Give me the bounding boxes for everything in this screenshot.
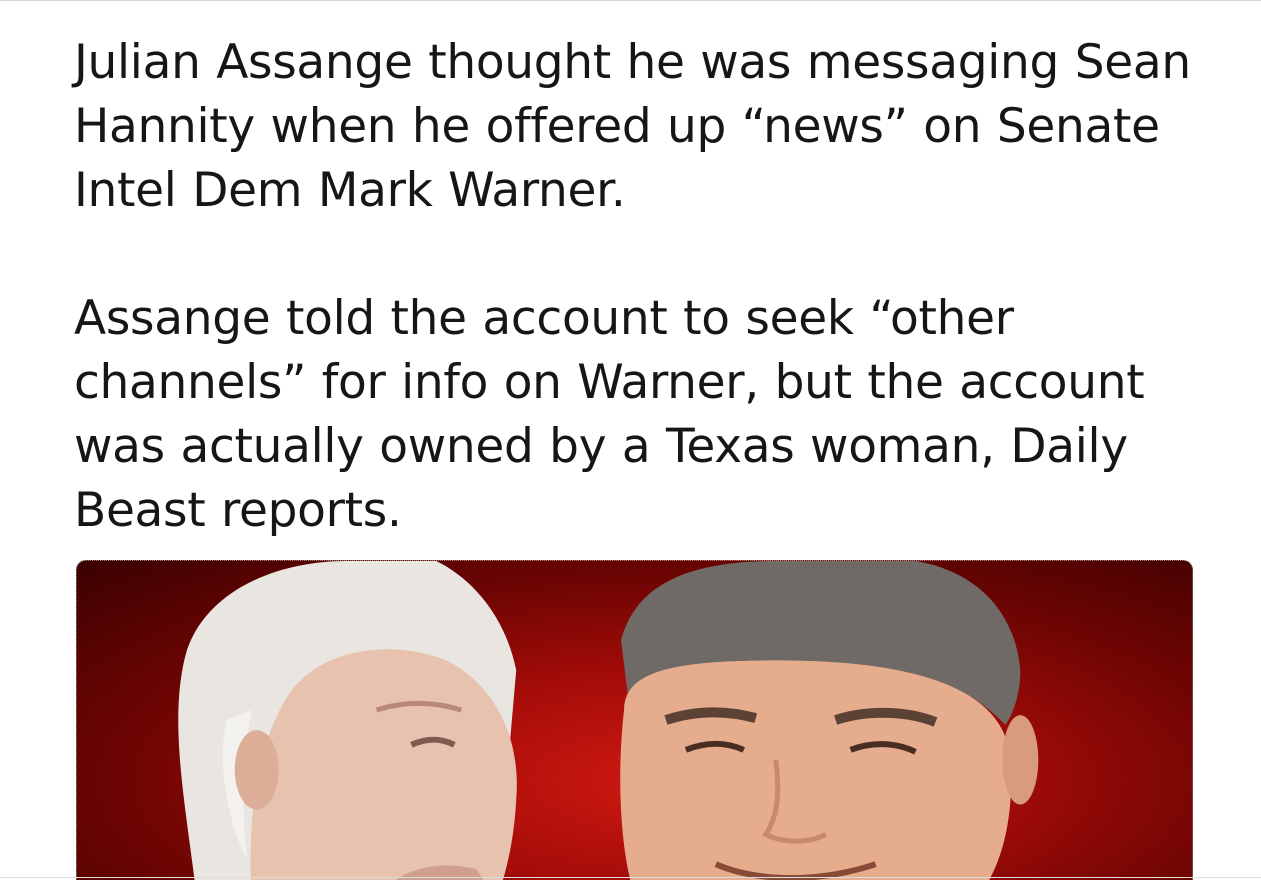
photo-illustration bbox=[178, 561, 1039, 880]
left-portrait bbox=[178, 561, 517, 880]
right-portrait bbox=[620, 561, 1039, 880]
tweet-body: Julian Assange thought he was messaging … bbox=[74, 31, 1224, 543]
tweet-paragraph-2: Assange told the account to seek “other … bbox=[74, 291, 1145, 538]
divider bbox=[0, 877, 1261, 878]
tweet-paragraph-1: Julian Assange thought he was messaging … bbox=[74, 35, 1191, 218]
tweet-media-photo[interactable] bbox=[76, 560, 1193, 880]
tweet-view: Julian Assange thought he was messaging … bbox=[0, 0, 1261, 880]
